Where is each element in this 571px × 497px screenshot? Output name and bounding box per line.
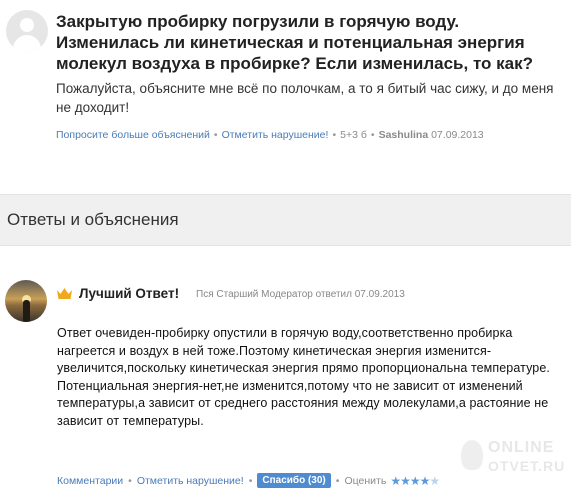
star-icon[interactable]: ★ [400,474,411,488]
answer-paragraph: Потенциальная энергия-нет,не изменится,п… [57,378,549,428]
separator: • [332,129,337,141]
crown-icon [57,288,72,299]
question-date: 07.09.2013 [431,129,484,141]
avatar-head-shape [20,18,34,32]
star-icon[interactable]: ★ [420,474,431,488]
separator: • [128,474,132,487]
thanks-button[interactable]: Спасибо (30) [257,473,331,488]
answer-meta: Пся Старший Модератор ответил 07.09.2013 [196,289,405,300]
question-title: Закрытую пробирку погрузили в горячую во… [56,12,534,73]
star-icon[interactable]: ★ [390,474,401,488]
ask-more-link[interactable]: Попросите больше объяснений [56,129,210,141]
question-avatar[interactable] [6,10,48,52]
separator: • [248,474,253,487]
separator: • [213,129,218,141]
answer-avatar[interactable] [5,280,47,322]
question-text: Пожалуйста, объясните мне всё по полочка… [56,81,554,115]
watermark-line: ONLINE [488,439,555,456]
rating-stars[interactable]: ★★★★★ [390,474,440,488]
star-icon[interactable]: ★ [429,474,440,488]
avatar-figure-shape [23,300,30,322]
answer-paragraph: Ответ очевиден-пробирку опустили в горяч… [57,326,550,375]
section-title: Ответы и объяснения [7,210,179,229]
answers-section-header: Ответы и объяснения [0,194,571,246]
avatar-body-shape [13,35,41,52]
lightbulb-icon [461,440,483,470]
answer-text: Ответ очевиден-пробирку опустили в горяч… [57,325,562,430]
separator: • [335,474,340,487]
answer-footer: Комментарии • Отметить нарушение! • Спасибо … [57,473,440,488]
star-icon[interactable]: ★ [410,474,421,488]
best-answer-label: Лучший Ответ! [79,286,180,301]
question-meta: Попросите больше объяснений • Отметить нар… [56,129,484,141]
author-name[interactable]: Sashulina [379,129,429,141]
report-link[interactable]: Отметить нарушение! [137,475,244,487]
watermark-line: OTVET.RU [488,458,566,474]
points-value: 5+3 б [340,129,367,141]
separator: • [370,129,375,141]
site-watermark: ONLINE OTVET.RU [461,436,566,481]
report-link[interactable]: Отметить нарушение! [222,129,329,141]
comments-link[interactable]: Комментарии [57,475,123,487]
rate-label: Оценить [344,474,387,487]
